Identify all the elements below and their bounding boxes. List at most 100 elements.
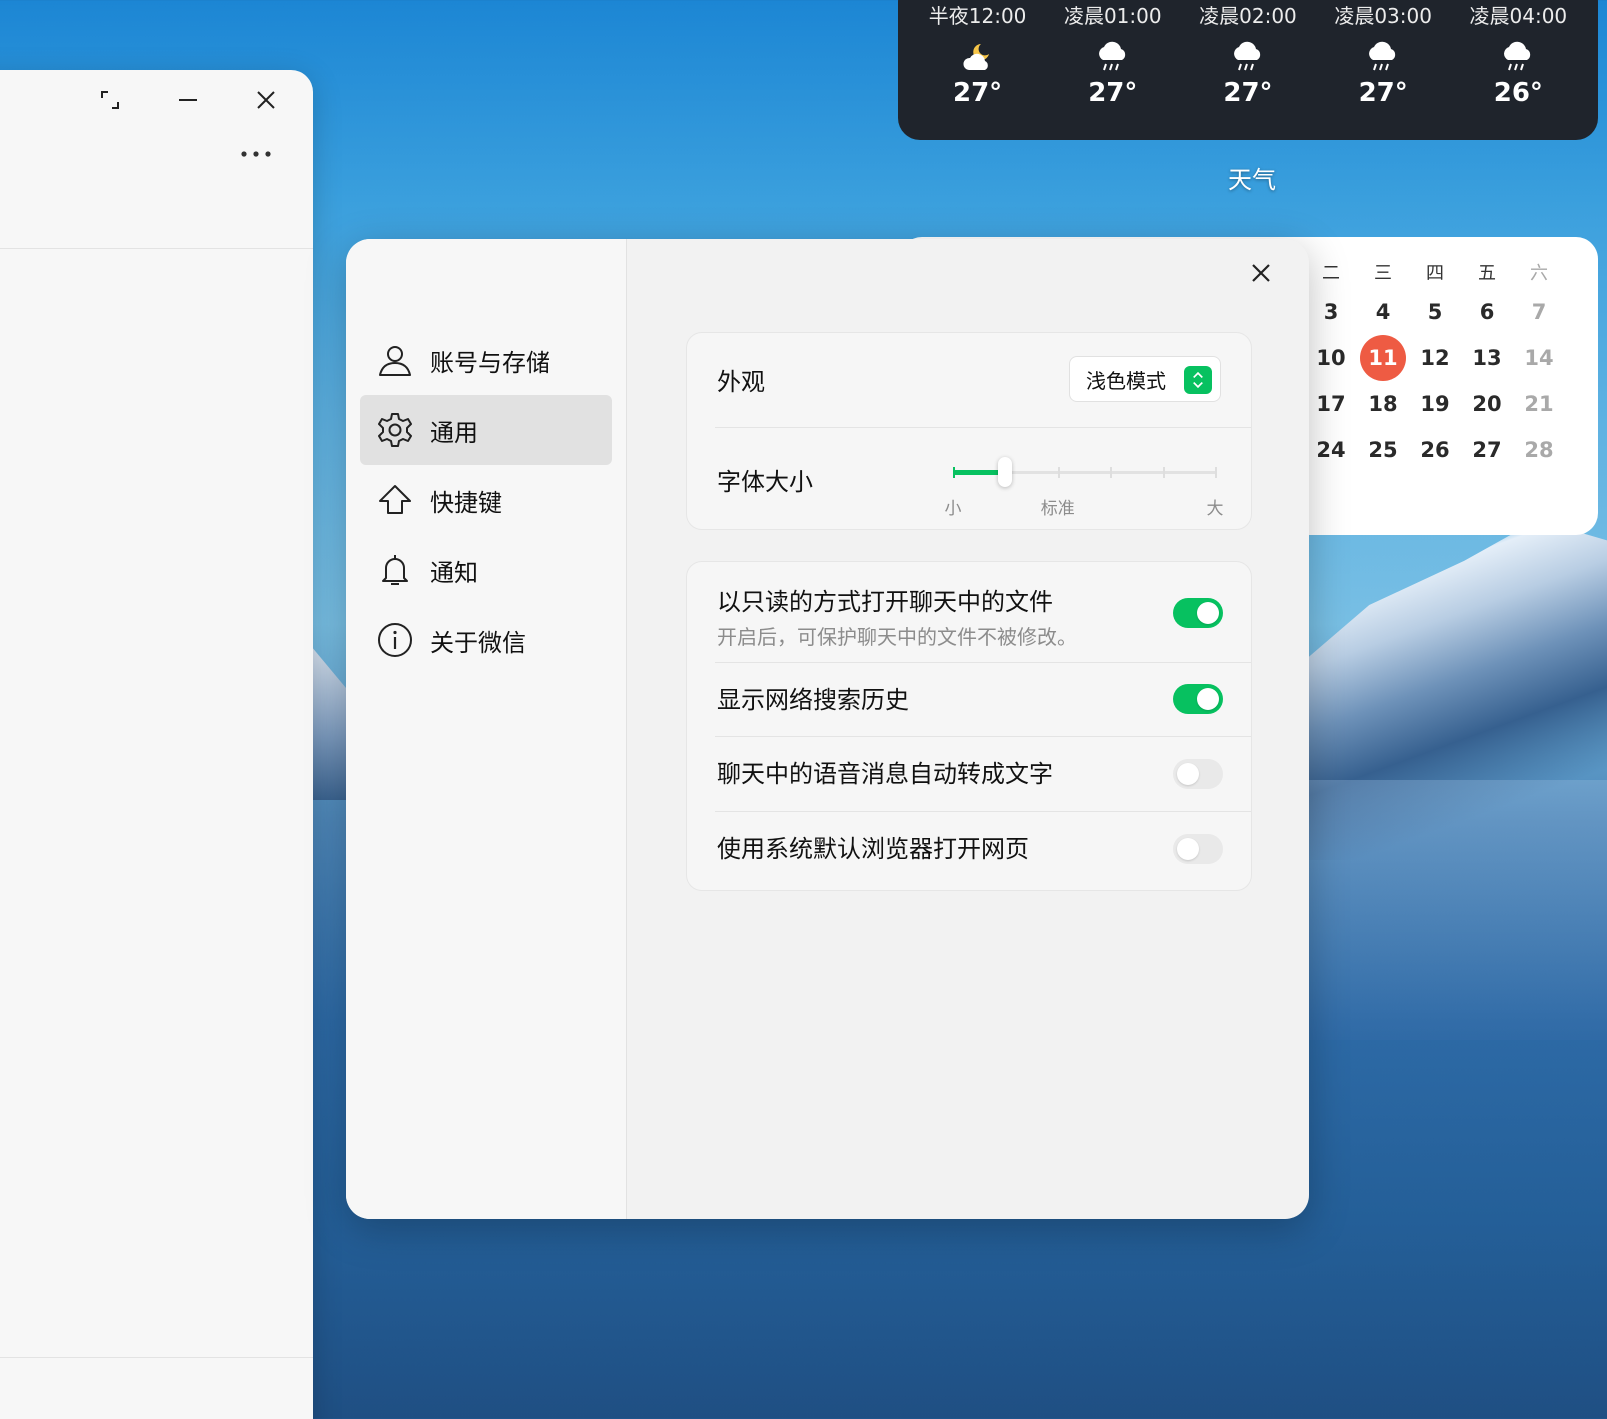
close-window-button[interactable] xyxy=(248,82,284,118)
slider-tick xyxy=(1215,467,1217,478)
minimize-icon xyxy=(179,99,197,101)
calendar-day[interactable]: 28 xyxy=(1513,427,1565,473)
weather-time: 凌晨03:00 xyxy=(1334,4,1432,28)
calendar-day[interactable]: 5 xyxy=(1409,289,1461,335)
weather-hour: 凌晨04:00 26° xyxy=(1458,2,1578,140)
toggle-knob xyxy=(1177,838,1199,860)
calendar-day[interactable]: 10 xyxy=(1305,335,1357,381)
weather-temp: 27° xyxy=(953,78,1003,108)
toggle-title: 使用系统默认浏览器打开网页 xyxy=(717,835,1029,863)
calendar-day[interactable]: 7 xyxy=(1513,289,1565,335)
weekday-header: 三 xyxy=(1374,263,1392,284)
weather-widget[interactable]: 半夜12:00 27° 凌晨01:00 27° 凌晨02:00 27° 凌晨03… xyxy=(898,0,1598,140)
nav-item-label: 快捷键 xyxy=(430,488,502,517)
today-marker: 11 xyxy=(1360,335,1406,381)
weather-hour: 凌晨02:00 27° xyxy=(1188,2,1308,140)
voice-to-text-toggle[interactable] xyxy=(1173,759,1223,789)
nav-item-label: 通用 xyxy=(430,418,478,447)
appearance-select-value: 浅色模式 xyxy=(1086,368,1166,393)
calendar-day[interactable]: 18 xyxy=(1357,381,1409,427)
weather-temp: 27° xyxy=(1358,78,1408,108)
calendar-day[interactable]: 26 xyxy=(1409,427,1461,473)
weather-widget-label: 天气 xyxy=(1228,166,1276,194)
rain-icon xyxy=(1098,41,1125,71)
calendar-day[interactable]: 12 xyxy=(1409,335,1461,381)
toggle-title: 以只读的方式打开聊天中的文件 xyxy=(717,588,1053,616)
appearance-select[interactable]: 浅色模式 xyxy=(1069,356,1221,402)
toggle-row-readonly-files: 以只读的方式打开聊天中的文件 开启后，可保护聊天中的文件不被修改。 xyxy=(717,582,1223,650)
calendar-day[interactable]: 13 xyxy=(1461,335,1513,381)
row-divider xyxy=(715,662,1251,663)
nav-item-about[interactable]: 关于微信 xyxy=(360,605,612,675)
more-options-button[interactable] xyxy=(234,136,278,172)
nav-item-label: 账号与存储 xyxy=(430,348,550,377)
slider-tick xyxy=(1110,467,1113,478)
toggle-row-voice-to-text: 聊天中的语音消息自动转成文字 xyxy=(717,754,1223,789)
nav-item-notifications[interactable]: 通知 xyxy=(360,535,612,605)
toggle-title: 显示网络搜索历史 xyxy=(717,686,909,714)
weather-time: 凌晨04:00 xyxy=(1469,4,1568,28)
nav-item-general[interactable]: 通用 xyxy=(360,395,612,465)
close-dialog-button[interactable] xyxy=(1241,253,1281,293)
select-arrows-icon xyxy=(1184,366,1212,394)
calendar-grid: 二 三 四 五 六 3 4 5 6 7 10 11 12 13 14 17 18… xyxy=(1305,255,1575,473)
desktop-wallpaper-fog xyxy=(1290,780,1607,1040)
weather-hour: 凌晨03:00 27° xyxy=(1323,2,1443,140)
nav-item-label: 关于微信 xyxy=(430,628,526,657)
user-icon xyxy=(379,346,411,376)
calendar-day[interactable]: 17 xyxy=(1305,381,1357,427)
calendar-day[interactable]: 20 xyxy=(1461,381,1513,427)
window-divider xyxy=(0,248,313,249)
row-divider xyxy=(715,427,1251,428)
display-settings-card: 外观 浅色模式 字体大小 小 标准 大 xyxy=(686,332,1252,530)
calendar-day[interactable]: 4 xyxy=(1357,289,1409,335)
close-icon xyxy=(257,91,275,109)
weekday-header: 六 xyxy=(1530,263,1548,284)
general-toggles-card: 以只读的方式打开聊天中的文件 开启后，可保护聊天中的文件不被修改。 显示网络搜索… xyxy=(686,561,1252,891)
toggle-row-search-history: 显示网络搜索历史 xyxy=(717,680,1223,715)
calendar-day[interactable]: 19 xyxy=(1409,381,1461,427)
calendar-day[interactable]: 24 xyxy=(1305,427,1357,473)
weather-hour: 半夜12:00 27° xyxy=(918,2,1038,140)
calendar-day[interactable]: 6 xyxy=(1461,289,1513,335)
background-app-window xyxy=(0,70,313,1419)
toggle-knob xyxy=(1177,763,1199,785)
calendar-day-today[interactable]: 11 xyxy=(1357,335,1409,381)
toggle-row-system-browser: 使用系统默认浏览器打开网页 xyxy=(717,829,1223,864)
slider-knob[interactable] xyxy=(998,457,1013,487)
calendar-day[interactable]: 14 xyxy=(1513,335,1565,381)
weather-hour: 凌晨01:00 27° xyxy=(1053,2,1173,140)
window-divider xyxy=(0,1357,313,1358)
slider-tick xyxy=(1057,467,1060,478)
nav-item-label: 通知 xyxy=(430,558,478,587)
settings-nav: 账号与存储 通用 快捷键 通知 关于微信 xyxy=(360,325,612,675)
nav-item-shortcuts[interactable]: 快捷键 xyxy=(360,465,612,535)
row-divider xyxy=(715,736,1251,737)
readonly-files-toggle[interactable] xyxy=(1173,598,1223,628)
slider-label-large: 大 xyxy=(1206,499,1224,519)
nav-item-account-storage[interactable]: 账号与存储 xyxy=(360,325,612,395)
close-icon xyxy=(1252,264,1270,282)
toggle-subtitle: 开启后，可保护聊天中的文件不被修改。 xyxy=(717,625,1077,649)
settings-dialog: 账号与存储 通用 快捷键 通知 关于微信 外观 浅色模式 字体大小 小 标准 大… xyxy=(346,239,1309,1219)
minimize-window-button[interactable] xyxy=(170,82,206,118)
weather-temp: 27° xyxy=(1223,78,1273,108)
slider-tick xyxy=(1162,467,1165,478)
search-history-toggle[interactable] xyxy=(1173,684,1223,714)
calendar-day[interactable]: 27 xyxy=(1461,427,1513,473)
rain-icon xyxy=(1504,41,1531,71)
calendar-day[interactable]: 25 xyxy=(1357,427,1409,473)
restore-window-button[interactable] xyxy=(92,82,128,118)
calendar-day[interactable]: 3 xyxy=(1305,289,1357,335)
slider-label-small: 小 xyxy=(944,499,962,519)
rain-icon xyxy=(1369,41,1396,71)
rain-icon xyxy=(1234,41,1261,71)
slider-tick xyxy=(953,467,955,478)
slider-label-standard: 标准 xyxy=(1040,499,1075,519)
weather-time: 凌晨01:00 xyxy=(1063,4,1162,28)
calendar-day[interactable]: 21 xyxy=(1513,381,1565,427)
more-dots-icon xyxy=(241,151,271,157)
weather-temp: 27° xyxy=(1088,78,1138,108)
font-size-slider[interactable]: 小 标准 大 xyxy=(945,457,1224,520)
system-browser-toggle[interactable] xyxy=(1173,834,1223,864)
